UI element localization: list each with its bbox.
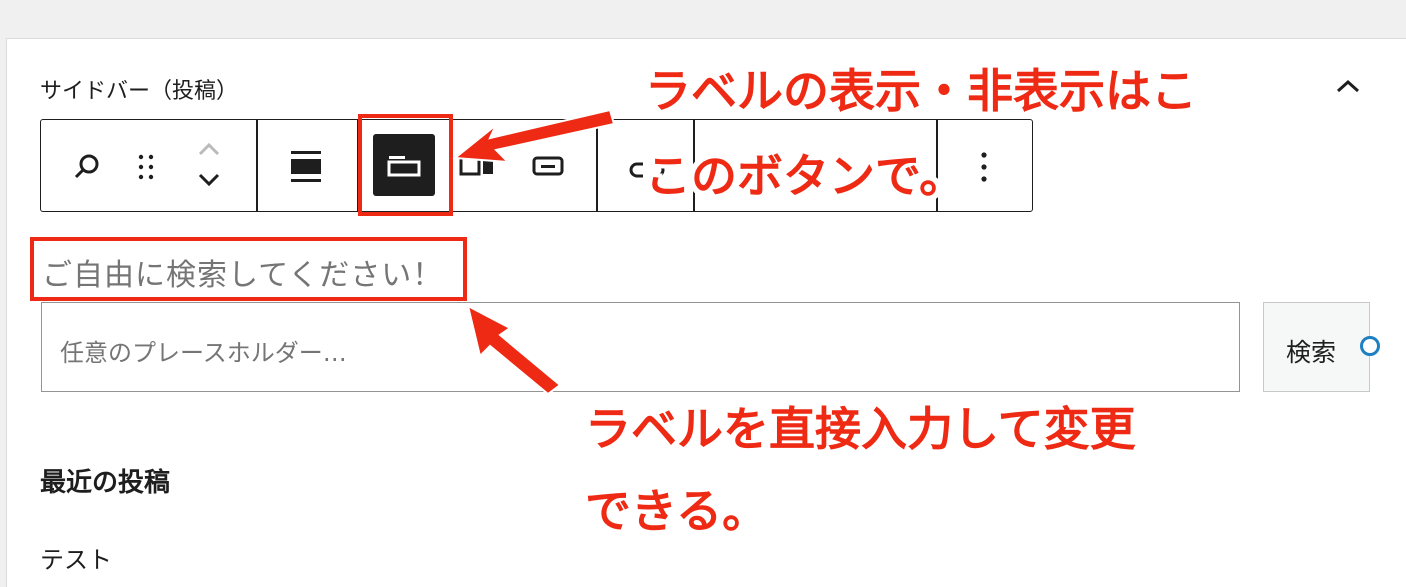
label-annotation-line2: できる。 xyxy=(585,484,769,538)
toolbar-annotation-line2: このボタンで。 xyxy=(645,149,966,203)
toolbar-annotation-line1: ラベルの表示・非表示はこ xyxy=(645,64,1197,118)
label-annotation-line1: ラベルを直接入力して変更 xyxy=(585,402,1136,456)
